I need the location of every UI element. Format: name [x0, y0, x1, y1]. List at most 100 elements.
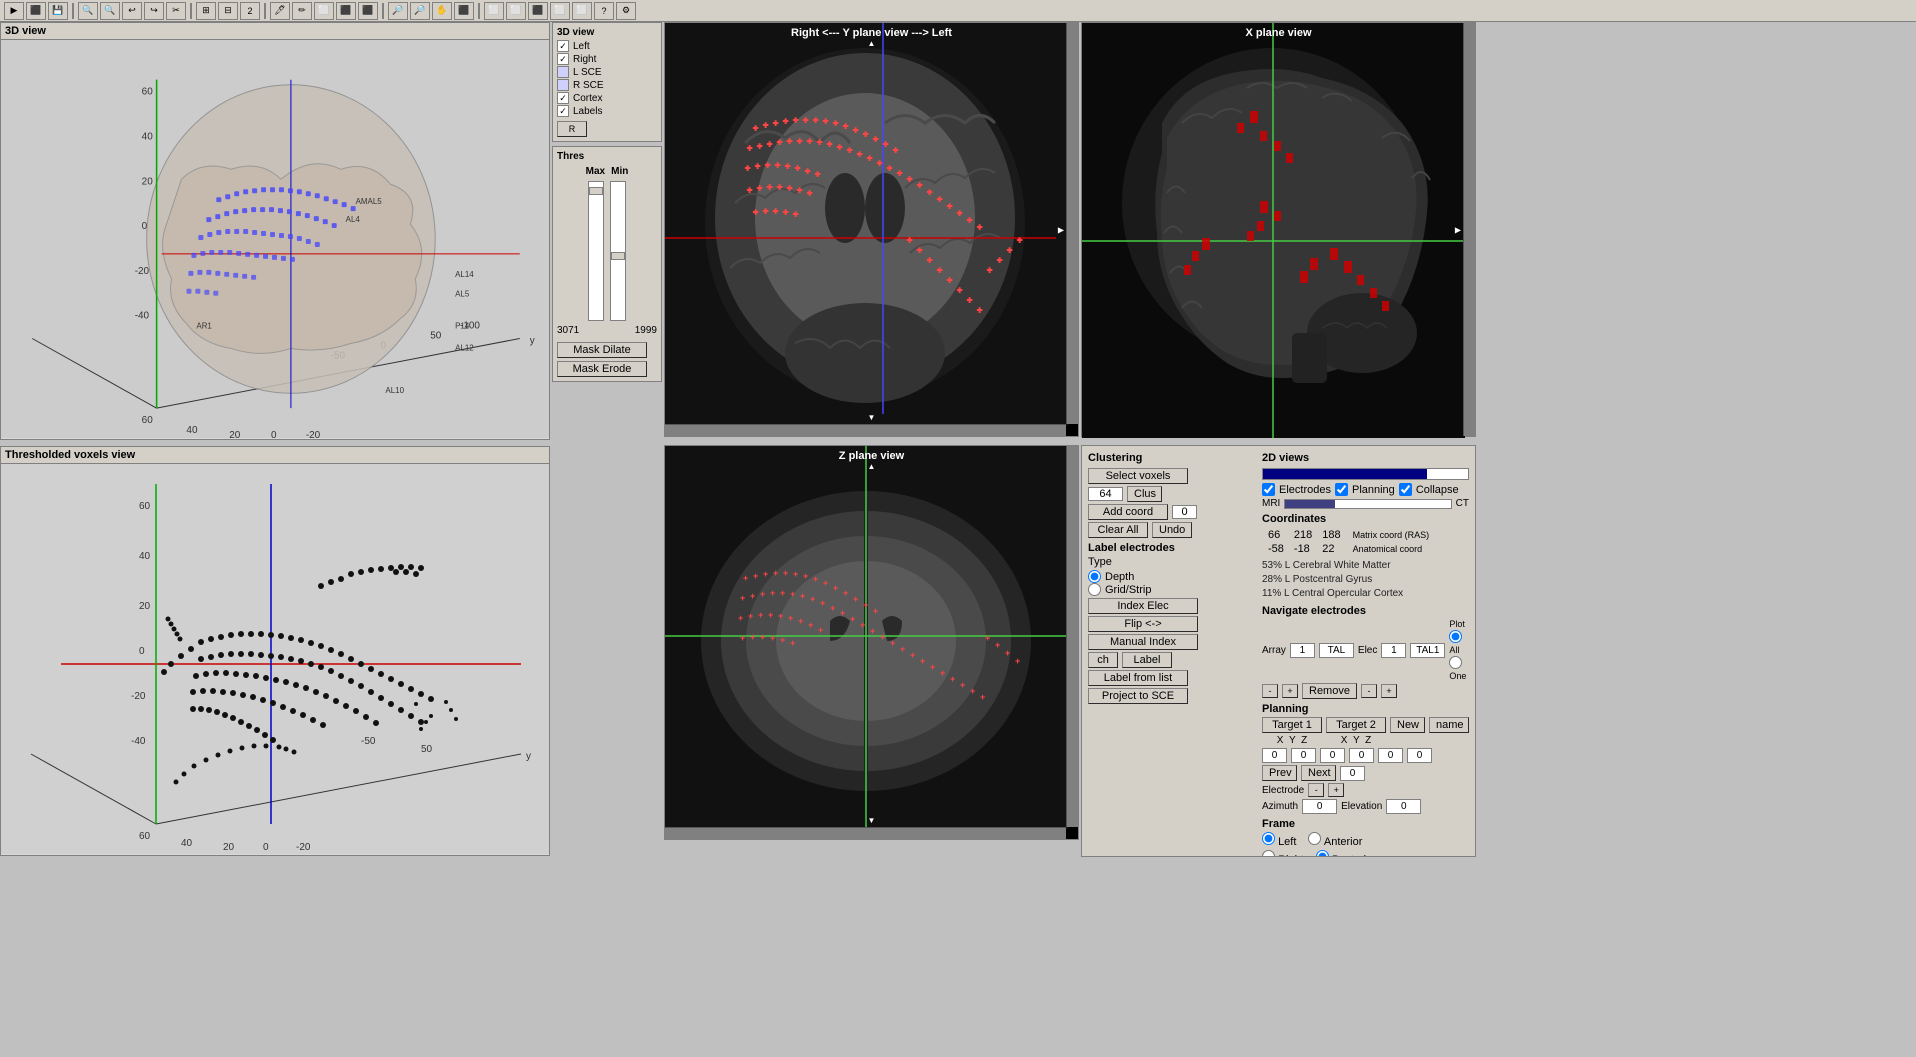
toolbar-btn-24[interactable]: ⬜ — [550, 2, 570, 20]
collapse-check[interactable]: Collapse — [1399, 483, 1459, 496]
y-plane-view[interactable]: Right <--- Y plane view ---> Left ▲ ▼ ▶ — [664, 22, 1079, 437]
target1-btn[interactable]: Target 1 — [1262, 717, 1322, 733]
frame-anterior-input[interactable] — [1308, 832, 1321, 845]
z-scroll-down[interactable]: ▼ — [868, 816, 876, 825]
project-sce-btn[interactable]: Project to SCE — [1088, 688, 1188, 704]
undo-btn[interactable]: Undo — [1152, 522, 1192, 538]
views-progressbar[interactable] — [1262, 468, 1469, 480]
z-plane-view[interactable]: Z plane view ▲ ▼ — [664, 445, 1079, 840]
toolbar-btn-4[interactable]: 🔍 — [78, 2, 98, 20]
y-vscrollbar[interactable] — [1066, 23, 1078, 424]
frame-right-radio[interactable]: Right — [1262, 850, 1304, 857]
toolbar-btn-26[interactable]: ? — [594, 2, 614, 20]
z-hscrollbar[interactable] — [665, 827, 1066, 839]
nav-plus2-btn[interactable]: + — [1381, 684, 1397, 698]
x-plane-view[interactable]: X plane view ▶ — [1081, 22, 1476, 437]
thres-min-track[interactable] — [610, 181, 626, 321]
toolbar-btn-16[interactable]: ⬛ — [358, 2, 378, 20]
toolbar-btn-17[interactable]: 🔎 — [388, 2, 408, 20]
plan-y1[interactable] — [1291, 748, 1316, 763]
remove-btn[interactable]: Remove — [1302, 683, 1357, 699]
toolbar-btn-20[interactable]: ⬛ — [454, 2, 474, 20]
toolbar-btn-8[interactable]: ✂ — [166, 2, 186, 20]
toolbar-btn-5[interactable]: 🔍 — [100, 2, 120, 20]
toolbar-btn-7[interactable]: ↪ — [144, 2, 164, 20]
legend-check-cortex[interactable]: ✓ — [557, 92, 569, 104]
new-btn[interactable]: New — [1390, 717, 1425, 733]
thresh-view-canvas[interactable]: 60 40 20 0 -20 -40 60 40 20 0 -20 — [1, 464, 549, 854]
frame-posterior-input[interactable] — [1316, 850, 1329, 857]
label-btn[interactable]: Label — [1122, 652, 1172, 668]
plan-x2[interactable] — [1349, 748, 1374, 763]
frame-left-radio[interactable]: Left — [1262, 832, 1296, 848]
select-voxels-btn[interactable]: Select voxels — [1088, 468, 1188, 484]
mask-erode-btn[interactable]: Mask Erode — [557, 361, 647, 377]
toolbar-btn-9[interactable]: ⊞ — [196, 2, 216, 20]
elevation-input[interactable] — [1386, 799, 1421, 814]
add-coord-val[interactable] — [1172, 505, 1197, 519]
toolbar-btn-14[interactable]: ⬜ — [314, 2, 334, 20]
x-scroll-right[interactable]: ▶ — [1455, 225, 1461, 234]
toolbar-btn-23[interactable]: ⬛ — [528, 2, 548, 20]
electrodes-check[interactable]: Electrodes — [1262, 483, 1331, 496]
next-val[interactable] — [1340, 766, 1365, 781]
y-scroll-right[interactable]: ▶ — [1058, 225, 1064, 234]
toolbar-btn-27[interactable]: ⚙ — [616, 2, 636, 20]
thres-max-track[interactable] — [588, 181, 604, 321]
toolbar-btn-3[interactable]: 💾 — [48, 2, 68, 20]
toolbar-btn-19[interactable]: ✋ — [432, 2, 452, 20]
azimuth-input[interactable] — [1302, 799, 1337, 814]
toolbar-btn-13[interactable]: ✏ — [292, 2, 312, 20]
nav-plus-btn[interactable]: + — [1282, 684, 1298, 698]
toolbar-btn-12[interactable]: 🖊 — [270, 2, 290, 20]
x-vscrollbar[interactable] — [1463, 23, 1475, 436]
plan-z1[interactable] — [1320, 748, 1345, 763]
nav-minus-btn[interactable]: - — [1262, 684, 1278, 698]
name-btn[interactable]: name — [1429, 717, 1469, 733]
toolbar-btn-10[interactable]: ⊟ — [218, 2, 238, 20]
mask-dilate-btn[interactable]: Mask Dilate — [557, 342, 647, 358]
array-input[interactable] — [1290, 643, 1315, 658]
toolbar-btn-1[interactable]: ▶ — [4, 2, 24, 20]
prev-btn[interactable]: Prev — [1262, 765, 1297, 781]
nav-minus2-btn[interactable]: - — [1361, 684, 1377, 698]
frame-posterior-radio[interactable]: Posterior — [1316, 850, 1376, 857]
manual-index-btn[interactable]: Manual Index — [1088, 634, 1198, 650]
flip-btn[interactable]: Flip <-> — [1088, 616, 1198, 632]
add-coord-btn[interactable]: Add coord — [1088, 504, 1168, 520]
r-button[interactable]: R — [557, 121, 587, 137]
planning-check[interactable]: Planning — [1335, 483, 1395, 496]
elec-minus-btn[interactable]: - — [1308, 783, 1324, 797]
label-from-list-btn[interactable]: Label from list — [1088, 670, 1188, 686]
frame-right-input[interactable] — [1262, 850, 1275, 857]
toolbar-btn-18[interactable]: 🔎 — [410, 2, 430, 20]
planning-checkbox[interactable] — [1335, 483, 1348, 496]
y-hscrollbar[interactable] — [665, 424, 1066, 436]
tal-input[interactable] — [1319, 643, 1354, 658]
y-scroll-down[interactable]: ▼ — [868, 413, 876, 422]
target2-btn[interactable]: Target 2 — [1326, 717, 1386, 733]
toolbar-btn-21[interactable]: ⬜ — [484, 2, 504, 20]
ch-btn[interactable]: ch — [1088, 652, 1118, 668]
clear-all-btn[interactable]: Clear All — [1088, 522, 1148, 538]
toolbar-btn-15[interactable]: ⬛ — [336, 2, 356, 20]
plan-z2[interactable] — [1407, 748, 1432, 763]
brain-3d-canvas[interactable]: 60 40 20 0 -20 -40 60 40 20 0 -20 — [1, 40, 549, 438]
radio-grid-input[interactable] — [1088, 583, 1101, 596]
z-vscrollbar[interactable] — [1066, 446, 1078, 827]
y-scroll-up[interactable]: ▲ — [868, 39, 876, 48]
all-radio[interactable]: All — [1449, 630, 1469, 655]
legend-check-left[interactable]: ✓ — [557, 40, 569, 52]
toolbar-btn-11[interactable]: 2 — [240, 2, 260, 20]
plan-y2[interactable] — [1378, 748, 1403, 763]
cluster-val-input[interactable] — [1088, 487, 1123, 501]
tal1-input[interactable] — [1410, 643, 1445, 658]
legend-check-right[interactable]: ✓ — [557, 53, 569, 65]
mri-bar[interactable] — [1284, 499, 1451, 509]
one-radio[interactable]: One — [1449, 656, 1469, 681]
thres-min-thumb[interactable] — [611, 252, 625, 260]
all-radio-input[interactable] — [1449, 630, 1462, 643]
toolbar-btn-6[interactable]: ↩ — [122, 2, 142, 20]
elec-input[interactable] — [1381, 643, 1406, 658]
next-btn[interactable]: Next — [1301, 765, 1336, 781]
